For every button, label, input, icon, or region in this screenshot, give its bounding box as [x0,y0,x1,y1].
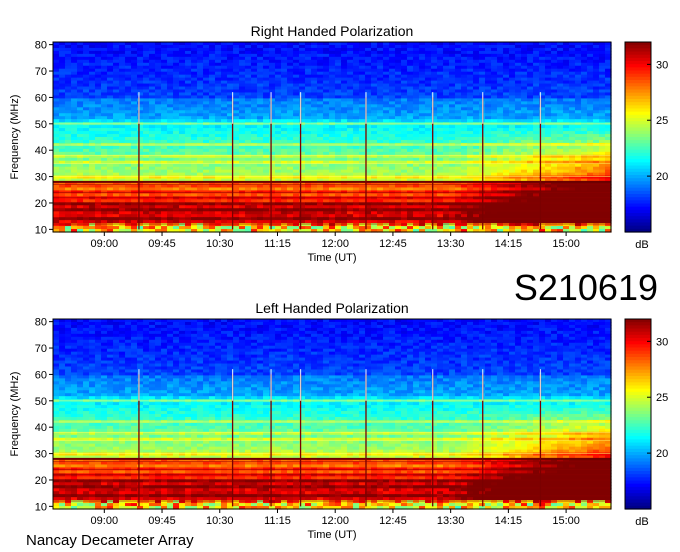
colorbar-label: dB [635,239,648,251]
panel-title: Left Handed Polarization [255,300,408,316]
y-tick-label: 60 [35,369,47,381]
x-tick-label: 10:30 [206,238,234,250]
colorbar [625,42,651,233]
spectrogram-image [53,42,612,233]
left-polarization-panel: Left Handed Polarization 10 20 30 40 50 60 70 80… [9,300,668,541]
x-tick-label: 15:00 [552,238,580,250]
y-tick-label: 40 [35,145,47,157]
spectrogram-figure: Right Handed Polarization 10 20 30 40 50 60 70 8… [9,23,668,549]
colorbar [625,319,651,510]
y-tick-label: 40 [35,422,47,434]
right-polarization-panel: Right Handed Polarization 10 20 30 40 50 60 70 8… [9,23,668,264]
x-axis-label: Time (UT) [307,252,356,264]
y-tick-label: 50 [35,119,47,131]
x-tick-label: 15:00 [552,515,580,527]
y-tick-label: 10 [35,501,47,513]
colorbar-tick-label: 25 [656,115,668,127]
colorbar-label: dB [635,516,648,528]
y-tick-label: 50 [35,396,47,408]
y-axis-label: Frequency (MHz) [9,95,21,180]
x-tick-label: 09:45 [148,515,176,527]
colorbar-tick-label: 20 [656,448,668,460]
spectrogram-image [53,319,612,510]
y-tick-label: 10 [35,224,47,236]
x-axis-label: Time (UT) [307,529,356,541]
y-tick-label: 20 [35,475,47,487]
x-tick-label: 09:45 [148,238,176,250]
y-tick-label: 30 [35,449,47,461]
x-tick-label: 14:15 [495,515,523,527]
x-tick-label: 12:45 [379,515,407,527]
x-tick-label: 13:30 [437,238,465,250]
x-tick-label: 12:45 [379,238,407,250]
y-tick-label: 80 [35,317,47,329]
x-tick-label: 12:00 [321,515,349,527]
colorbar-tick-label: 30 [656,59,668,71]
x-tick-label: 13:30 [437,515,465,527]
y-axis-label: Frequency (MHz) [9,372,21,457]
colorbar-tick-label: 30 [656,336,668,348]
y-tick-label: 70 [35,66,47,78]
event-stamp: S210619 [514,267,658,308]
y-tick-label: 80 [35,40,47,52]
x-tick-label: 14:15 [495,238,523,250]
x-tick-label: 09:00 [91,515,119,527]
x-tick-label: 12:00 [321,238,349,250]
y-tick-label: 30 [35,172,47,184]
colorbar-tick-label: 25 [656,392,668,404]
instrument-name: Nancay Decameter Array [26,532,194,549]
y-tick-label: 70 [35,343,47,355]
y-tick-label: 20 [35,198,47,210]
x-tick-label: 10:30 [206,515,234,527]
x-tick-label: 11:15 [264,238,291,250]
x-tick-label: 09:00 [91,238,119,250]
panel-title: Right Handed Polarization [251,23,414,39]
x-tick-label: 11:15 [264,515,291,527]
y-tick-label: 60 [35,92,47,104]
colorbar-tick-label: 20 [656,171,668,183]
